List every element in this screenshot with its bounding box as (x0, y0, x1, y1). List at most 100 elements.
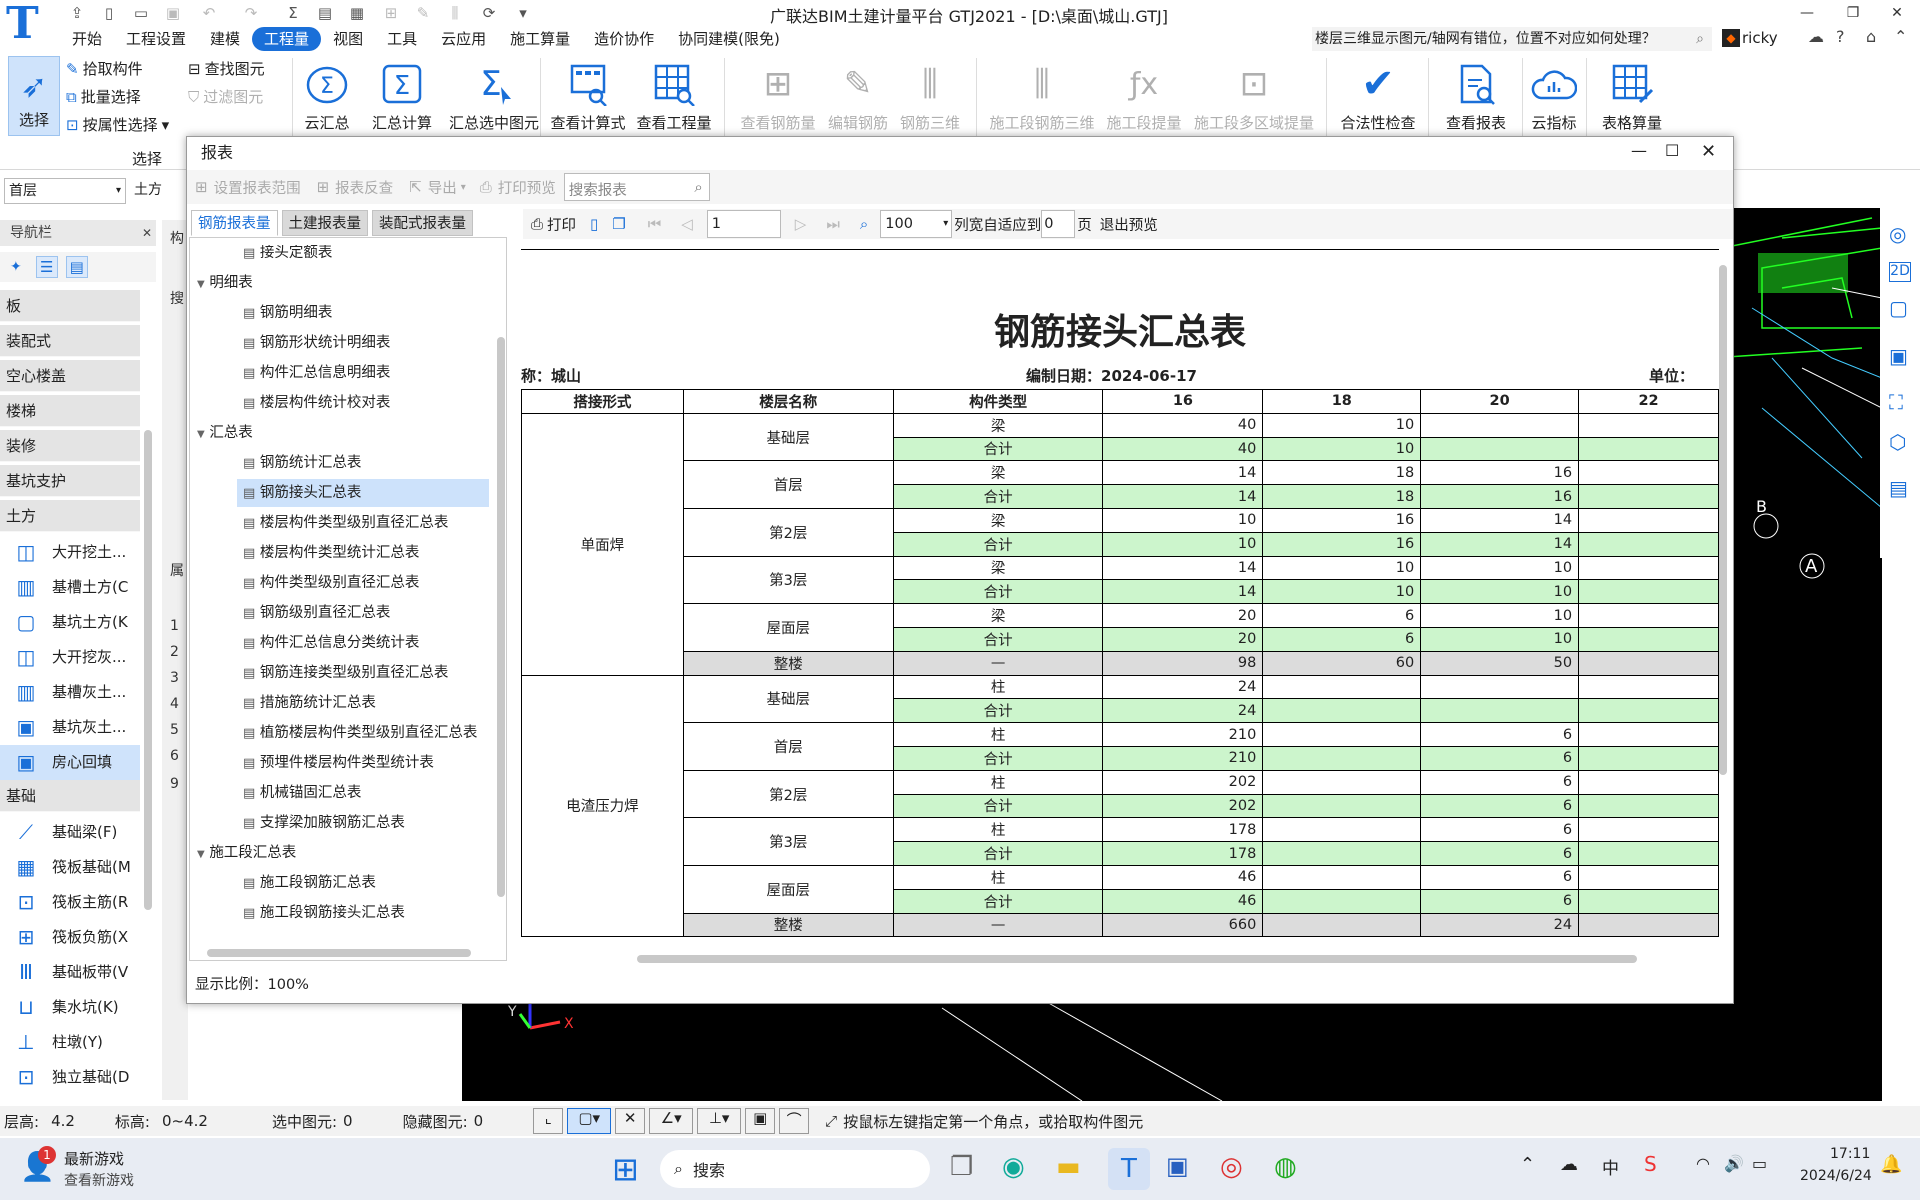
nav-category[interactable]: 楼梯 (0, 395, 140, 427)
tree-item[interactable]: ▤ 支撑梁加腋钢筋汇总表 (243, 809, 411, 837)
pick-component-button[interactable]: ✎ 拾取构件 (66, 58, 143, 79)
tree-item[interactable]: ▤ 楼层构件统计校对表 (243, 389, 396, 417)
dialog-maximize-button[interactable]: ☐ (1665, 141, 1679, 160)
multi-page-icon[interactable]: ❐ (612, 215, 625, 233)
report-hscrollbar[interactable] (637, 955, 1637, 963)
report-vscrollbar[interactable] (1719, 265, 1727, 775)
music-app-icon[interactable]: ◎ (1220, 1152, 1243, 1182)
fit-pages-input[interactable]: 0 (1041, 210, 1076, 238)
tree-item[interactable]: ▤ 钢筋统计汇总表 (243, 449, 367, 477)
dialog-close-button[interactable]: ✕ (1701, 141, 1716, 162)
tree-scrollbar[interactable] (497, 337, 505, 897)
more-chevron-icon[interactable]: ▾ (512, 2, 534, 24)
report-reverse-button[interactable]: 报表反查 (335, 177, 393, 198)
last-page-icon[interactable]: ⏭ (826, 215, 840, 233)
sum-icon[interactable]: Σ (282, 2, 304, 24)
tree-item[interactable]: ▤ 接头定额表 (243, 245, 338, 267)
refresh-icon[interactable]: ⟳ (478, 2, 500, 24)
nav-category[interactable]: 基础 (0, 780, 140, 812)
tree-item[interactable]: ▤ 施工段钢筋汇总表 (243, 869, 382, 897)
stage-extract-button[interactable]: ƒx 施工段提量 (1104, 56, 1184, 133)
menu-collab-modeling[interactable]: 协同建模(限免) (666, 27, 792, 51)
nav-category[interactable]: 装修 (0, 430, 140, 462)
tree-item[interactable]: ▤ 楼层构件类型统计汇总表 (243, 539, 425, 567)
nav-category[interactable]: 土方 (0, 500, 140, 532)
menu-modeling[interactable]: 建模 (198, 27, 252, 51)
chat-icon[interactable]: ☁ (1808, 27, 1824, 46)
layer-icon[interactable]: ▤ (1889, 476, 1908, 500)
expand-chevron-icon[interactable]: ▼ (197, 849, 205, 860)
wps-icon[interactable]: S (1644, 1152, 1657, 1176)
ortho-icon[interactable]: ⌞ (533, 1108, 564, 1134)
help-search-input[interactable]: 楼层三维显示图元/轴网有错位，位置不对应如何处理？ ⌕ (1312, 27, 1712, 51)
summary-selected-button[interactable]: Σ 汇总选中图元 (432, 56, 556, 133)
tree-item[interactable]: ▤ 钢筋级别直径汇总表 (243, 599, 396, 627)
edge-icon[interactable]: ◉ (1002, 1152, 1025, 1182)
filter-element-button[interactable]: ⛉ 过滤图元 (188, 86, 263, 107)
upload-icon[interactable]: ⇪ (66, 2, 88, 24)
arc-icon[interactable]: ⌒ (779, 1108, 810, 1134)
gtj-app-icon[interactable]: T (1108, 1148, 1150, 1190)
view-report-button[interactable]: 查看报表 (1438, 56, 1514, 133)
view-formula-button[interactable]: 查看计算式 (550, 56, 626, 133)
stage-rebar-3d-button[interactable]: ⫼ 施工段钢筋三维 (986, 56, 1098, 133)
taskbar-search[interactable]: ⌕ 搜索 (660, 1150, 930, 1188)
ime-indicator[interactable]: 中 (1602, 1154, 1619, 1179)
nav-scrollbar[interactable] (144, 430, 152, 910)
app-logo[interactable]: T (6, 2, 52, 46)
clock-date[interactable]: 2024/6/24 (1800, 1168, 1872, 1184)
page-input[interactable]: 1 (706, 210, 781, 238)
cube-icon[interactable]: ▢ (1889, 296, 1908, 320)
expand-chevron-icon[interactable]: ▼ (197, 279, 205, 290)
edit-icon[interactable]: ✎ (412, 2, 434, 24)
news-title[interactable]: 最新游戏 (64, 1148, 124, 1169)
search-icon[interactable]: ⌕ (1696, 27, 1704, 51)
expand-chevron-icon[interactable]: ▼ (197, 429, 205, 440)
close-button[interactable]: ✕ (1874, 0, 1920, 26)
set-range-button[interactable]: 设置报表范围 (214, 177, 301, 198)
volume-icon[interactable]: 🔊 (1724, 1154, 1744, 1173)
tree-group[interactable]: ▼ 明细表 (197, 269, 253, 297)
tree-item[interactable]: ▤ 钢筋明细表 (243, 299, 338, 327)
menu-cost-collab[interactable]: 造价协作 (582, 27, 666, 51)
tab-rebar-report[interactable]: 钢筋报表量 (191, 210, 278, 236)
save-icon[interactable]: ▣ (162, 2, 184, 24)
rebar-3d-button[interactable]: ⫼ 钢筋三维 (898, 56, 962, 133)
tab-prefab-report[interactable]: 装配式报表量 (372, 210, 473, 236)
batch-select-button[interactable]: ⧉ 批量选择 (66, 86, 141, 107)
select-button[interactable]: ➶ 选择 (8, 56, 60, 136)
stage-multi-extract-button[interactable]: ⊡ 施工段多区域提量 (1192, 56, 1316, 133)
folder-icon[interactable]: ▬ (1056, 1152, 1081, 1182)
tree-group[interactable]: ▼ 施工段汇总表 (197, 839, 296, 867)
prev-page-icon[interactable]: ◁ (681, 215, 693, 233)
print-button[interactable]: 打印 (547, 214, 576, 235)
expand-chevron-icon[interactable]: ⌃ (1894, 27, 1907, 46)
start-icon[interactable]: ⊞ (612, 1150, 639, 1188)
menu-start[interactable]: 开始 (60, 27, 114, 51)
nav-item[interactable]: ◫ 大开挖灰... (0, 640, 140, 675)
view-2d-icon[interactable]: 2D (1889, 262, 1911, 282)
orbit-icon[interactable]: ◎ (1889, 222, 1906, 246)
tree-hscrollbar[interactable] (207, 949, 471, 957)
nav-item[interactable]: ▢ 基坑土方(K (0, 605, 140, 640)
single-page-icon[interactable]: ▯ (590, 215, 598, 233)
pin-icon[interactable]: ✦ (10, 259, 22, 275)
floor-select[interactable]: 首层 ▾ (4, 178, 126, 204)
tree-item[interactable]: ▤ 施工段钢筋接头汇总表 (243, 899, 411, 927)
zoom-select[interactable]: 100 ▾ (880, 210, 953, 238)
view-rebar-button[interactable]: ⊞ 查看钢筋量 (738, 56, 818, 133)
menu-quantity[interactable]: 工程量 (252, 27, 322, 51)
nav-category[interactable]: 装配式 (0, 325, 140, 357)
find-element-button[interactable]: ⊟ 查找图元 (188, 58, 265, 79)
tree-item[interactable]: ▤ 机械锚固汇总表 (243, 779, 367, 807)
cloud-summary-button[interactable]: Σ 云汇总 (302, 56, 352, 133)
tab-civil-report[interactable]: 土建报表量 (281, 210, 368, 236)
wechat-icon[interactable]: ◍ (1274, 1152, 1297, 1182)
menu-cloud[interactable]: 云应用 (429, 27, 498, 51)
nav-category[interactable]: 空心楼盖 (0, 360, 140, 392)
menu-view[interactable]: 视图 (321, 27, 375, 51)
layer-toggle-icon[interactable]: ▣ (745, 1108, 776, 1134)
display-icon[interactable]: ⬡ (1889, 430, 1906, 454)
nav-item[interactable]: ▣ 房心回填 (0, 745, 140, 780)
tree-item[interactable]: ▤ 构件汇总信息明细表 (243, 359, 396, 387)
